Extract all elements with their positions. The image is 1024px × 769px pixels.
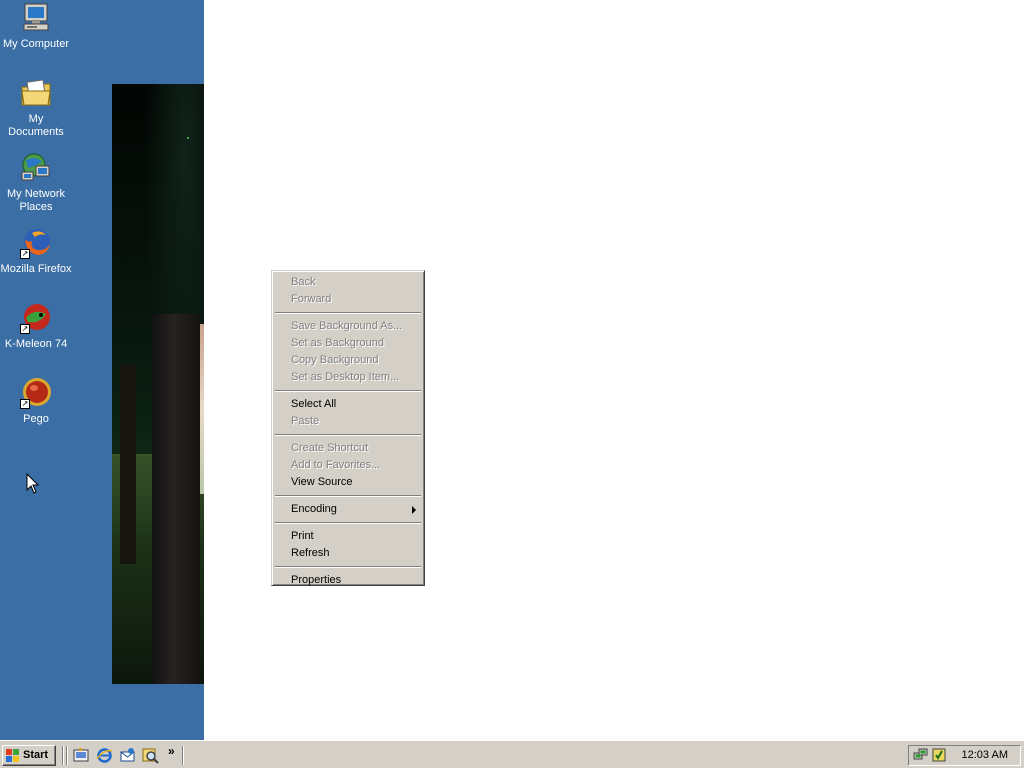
menu-item-print[interactable]: Print [274,528,422,545]
taskbar-divider [62,746,64,765]
menu-item-forward: Forward [291,293,332,305]
firefox-icon: ↗ [20,227,52,259]
taskbar-divider [182,746,184,765]
internet-explorer-icon[interactable] [96,747,113,764]
pego-icon: ↗ [20,377,52,409]
menu-separator [275,522,421,524]
desktop-icon-label: K-Meleon 74 [4,338,68,350]
security-icon[interactable] [931,747,947,766]
shortcut-arrow-icon: ↗ [20,399,30,409]
submenu-arrow-icon [412,506,416,514]
taskbar-clock[interactable]: 12:03 AM [962,749,1008,761]
mouse-cursor-icon [26,472,40,498]
shortcut-arrow-icon: ↗ [20,249,30,259]
start-button[interactable]: Start [2,745,56,766]
network-icon[interactable] [913,747,929,766]
desktop-icon-my-network-places[interactable]: My Network Places [0,152,72,214]
desktop-icon-my-computer[interactable]: My Computer [0,2,72,51]
show-desktop-icon[interactable] [73,747,90,764]
my-documents-icon [20,77,52,109]
taskbar-divider [66,746,68,765]
my-computer-icon [20,2,52,34]
desktop-icon-label: My Documents [8,113,64,138]
desktop[interactable]: My Computer My Documents My Network Plac… [0,0,1024,740]
menu-item-back: Back [291,276,316,288]
quick-launch-more-button[interactable]: » [168,744,175,758]
menu-separator [275,312,421,314]
menu-item-view-source[interactable]: View Source [274,474,422,491]
taskbar: Start » 12:03 AM [0,740,1024,768]
outlook-express-icon[interactable] [119,747,136,764]
menu-item-set-as-background: Set as Background [291,337,384,349]
system-tray: 12:03 AM [908,745,1021,766]
desktop-icon-mozilla-firefox[interactable]: ↗ Mozilla Firefox [0,227,72,276]
windows-logo-icon [6,749,20,762]
k-meleon-icon: ↗ [20,302,52,334]
menu-item-save-background-as: Save Background As... [291,320,403,332]
desktop-icon-k-meleon[interactable]: ↗ K-Meleon 74 [0,302,72,351]
menu-item-encoding[interactable]: Encoding [274,501,422,518]
menu-item-copy-background: Copy Background [291,354,379,366]
menu-item-encoding-label: Encoding [291,503,337,515]
shortcut-arrow-icon: ↗ [20,324,30,334]
search-icon[interactable] [142,747,159,764]
desktop-icon-my-documents[interactable]: My Documents [0,77,72,139]
menu-item-add-to-favorites: Add to Favorites... [291,459,381,471]
menu-separator [275,495,421,497]
desktop-icon-pego[interactable]: ↗ Pego [0,377,72,426]
menu-item-create-shortcut: Create Shortcut [291,442,369,454]
menu-item-select-all[interactable]: Select All [274,396,422,413]
menu-separator [275,566,421,568]
menu-item-paste: Paste [291,415,320,427]
start-button-label: Start [23,749,49,761]
menu-item-refresh[interactable]: Refresh [274,545,422,562]
context-menu: Back Forward Save Background As... Set a… [271,270,425,586]
desktop-icon-label: Mozilla Firefox [0,263,72,275]
menu-item-set-as-desktop-item: Set as Desktop Item... [291,371,400,383]
menu-separator [275,390,421,392]
my-network-places-icon [20,152,52,184]
wallpaper-image [112,84,204,684]
desktop-icon-label: Pego [23,413,49,425]
menu-separator [275,434,421,436]
menu-item-properties[interactable]: Properties [274,572,422,589]
desktop-icon-label: My Computer [2,38,70,50]
desktop-icon-label: My Network Places [6,188,66,213]
